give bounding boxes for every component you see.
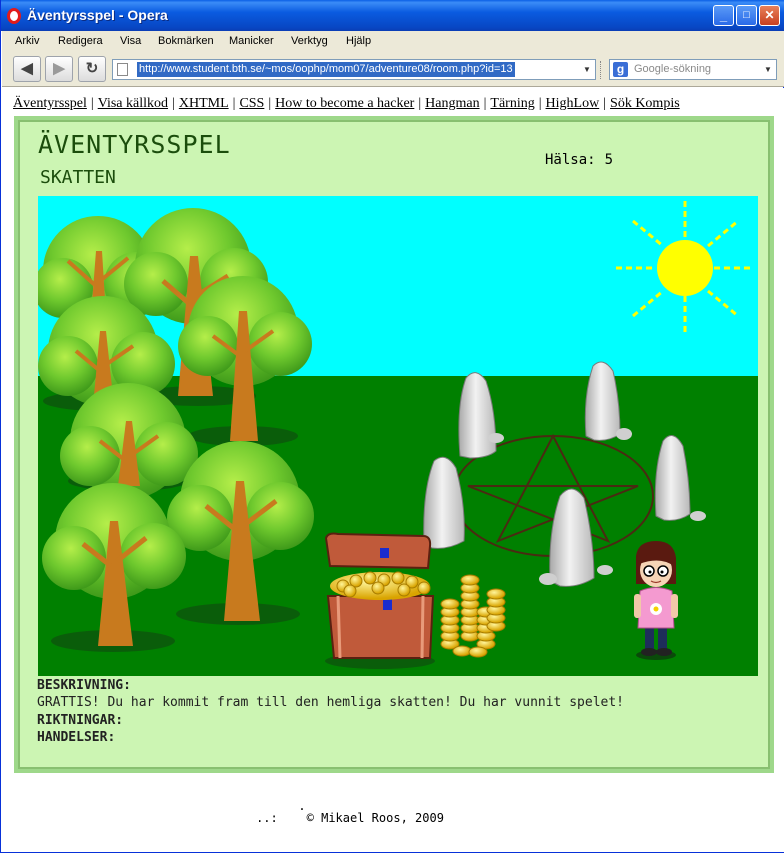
nav-link-css[interactable]: CSS bbox=[239, 96, 264, 111]
nav-link-visa-kallkod[interactable]: Visa källkod bbox=[98, 96, 168, 111]
menu-visa[interactable]: Visa bbox=[120, 35, 141, 47]
description-label: BESKRIVNING: bbox=[37, 678, 131, 693]
forward-button[interactable]: ▶ bbox=[45, 56, 73, 82]
nav-link-sok-kompis[interactable]: Sök Kompis bbox=[610, 96, 680, 111]
nav-link-highlow[interactable]: HighLow bbox=[546, 96, 600, 111]
nav-link-xhtml[interactable]: XHTML bbox=[179, 96, 229, 111]
opera-logo-icon bbox=[7, 8, 21, 24]
footer-symbol: ..: bbox=[256, 811, 278, 825]
page-content: Äventyrsspel | Visa källkod | XHTML | CSS | How … bbox=[2, 88, 784, 852]
description-text: GRATTIS! Du har kommit fram till den hem… bbox=[37, 695, 624, 710]
game-panel: ÄVENTYRSSPEL SKATTEN Hälsa: 5 BESKRIVNIN… bbox=[14, 116, 774, 773]
menu-arkiv[interactable]: Arkiv bbox=[15, 35, 39, 47]
nav-link-aventyrsspel[interactable]: Äventyrsspel bbox=[13, 96, 87, 111]
health-display: Hälsa: 5 bbox=[545, 152, 613, 168]
minimize-button[interactable]: _ bbox=[713, 5, 734, 26]
address-bar[interactable]: http://www.student.bth.se/~mos/oophp/mom… bbox=[112, 59, 596, 80]
site-nav: Äventyrsspel | Visa källkod | XHTML | CSS | How … bbox=[13, 96, 680, 111]
browser-window: Äventyrsspel - Opera _ □ ✕ Arkiv Rediger… bbox=[0, 0, 784, 853]
menu-manicker[interactable]: Manicker bbox=[229, 35, 274, 47]
window-title: Äventyrsspel - Opera bbox=[27, 7, 168, 23]
footer: . ..: © Mikael Roos, 2009 bbox=[2, 799, 784, 825]
info-section: BESKRIVNING: GRATTIS! Du har kommit fram… bbox=[37, 677, 747, 746]
toolbar: ◀ ▶ ↻ http://www.student.bth.se/~mos/oop… bbox=[2, 52, 784, 87]
nav-link-hacker[interactable]: How to become a hacker bbox=[275, 96, 414, 111]
address-dropdown-icon[interactable]: ▼ bbox=[579, 60, 595, 79]
health-value: 5 bbox=[604, 152, 614, 168]
menu-verktyg[interactable]: Verktyg bbox=[291, 35, 328, 47]
scene-image bbox=[38, 196, 758, 676]
menu-bokmarken[interactable]: Bokmärken bbox=[158, 35, 214, 47]
events-label: HANDELSER: bbox=[37, 730, 116, 745]
menu-redigera[interactable]: Redigera bbox=[58, 35, 103, 47]
footer-dot: . bbox=[298, 799, 306, 813]
page-icon bbox=[117, 63, 128, 76]
maximize-button[interactable]: □ bbox=[736, 5, 757, 26]
reload-button[interactable]: ↻ bbox=[78, 56, 106, 82]
toolbar-separator bbox=[600, 61, 602, 79]
directions-label: RIKTNINGAR: bbox=[37, 713, 124, 728]
search-field[interactable]: g Google-sökning ▼ bbox=[609, 59, 777, 80]
treasure-chest-icon bbox=[324, 532, 435, 669]
search-placeholder[interactable]: Google-sökning bbox=[634, 63, 711, 75]
url-text[interactable]: http://www.student.bth.se/~mos/oophp/mom… bbox=[137, 62, 515, 77]
menu-hjalp[interactable]: Hjälp bbox=[346, 35, 371, 47]
search-dropdown-icon[interactable]: ▼ bbox=[760, 60, 776, 79]
game-title: ÄVENTYRSSPEL bbox=[38, 130, 231, 159]
title-bar[interactable]: Äventyrsspel - Opera _ □ ✕ bbox=[1, 0, 784, 31]
back-button[interactable]: ◀ bbox=[13, 56, 41, 82]
nav-link-hangman[interactable]: Hangman bbox=[425, 96, 479, 111]
menu-bar: Arkiv Redigera Visa Bokmärken Manicker V… bbox=[2, 31, 784, 52]
google-icon[interactable]: g bbox=[613, 62, 628, 77]
health-label: Hälsa: bbox=[545, 152, 596, 168]
close-button[interactable]: ✕ bbox=[759, 5, 780, 26]
room-title: SKATTEN bbox=[40, 167, 116, 188]
nav-link-tarning[interactable]: Tärning bbox=[490, 96, 534, 111]
footer-copyright: © Mikael Roos, 2009 bbox=[306, 811, 444, 825]
